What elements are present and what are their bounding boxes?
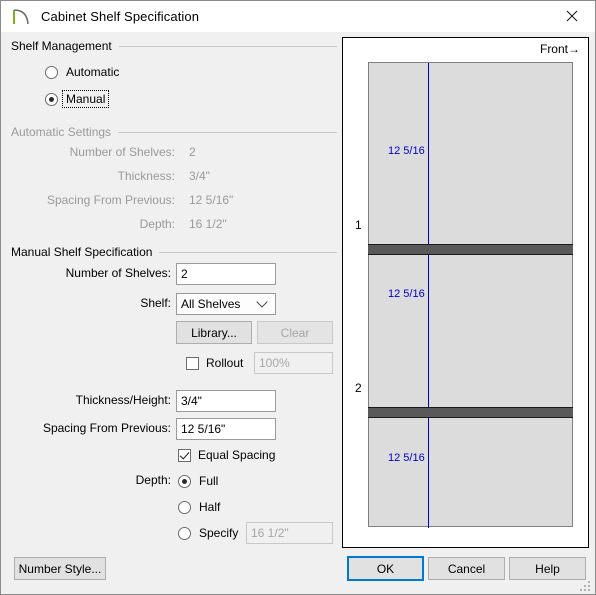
auto-number-of-shelves-row: Number of Shelves: 2 bbox=[45, 145, 335, 159]
library-button[interactable]: Library... bbox=[176, 321, 252, 344]
rollout-checkbox[interactable]: Rollout bbox=[186, 356, 243, 370]
spacing-from-previous-label: Spacing From Previous: bbox=[42, 421, 171, 435]
equal-spacing-label: Equal Spacing bbox=[198, 448, 276, 462]
depth-specify-value: 16 1/2" bbox=[251, 526, 289, 540]
dimension-line bbox=[428, 63, 429, 528]
radio-depth-specify[interactable]: Specify bbox=[178, 526, 238, 540]
radio-manual-label: Manual bbox=[61, 90, 110, 108]
front-direction-label: Front→ bbox=[539, 42, 580, 56]
radio-depth-specify-indicator[interactable] bbox=[178, 526, 191, 540]
spacing-from-previous-row: Spacing From Previous: bbox=[15, 421, 171, 435]
auto-depth-label: Depth: bbox=[139, 217, 175, 231]
shelf-bar[interactable] bbox=[368, 407, 573, 418]
radio-depth-full-indicator[interactable] bbox=[178, 474, 191, 488]
radio-depth-half[interactable]: Half bbox=[178, 500, 220, 514]
number-of-shelves-label: Number of Shelves: bbox=[65, 266, 171, 280]
shelf-row: Shelf: bbox=[45, 296, 171, 310]
manual-shelf-specification-group: Manual Shelf Specification bbox=[11, 244, 337, 260]
radio-manual-indicator[interactable] bbox=[45, 92, 58, 106]
settings-pane: Shelf Management Automatic Manual Automa… bbox=[1, 32, 337, 548]
radio-automatic-label: Automatic bbox=[66, 65, 120, 79]
thickness-height-input[interactable]: 3/4" bbox=[176, 390, 276, 412]
radio-automatic[interactable]: Automatic bbox=[45, 65, 119, 79]
auto-spacing-value: 12 5/16" bbox=[189, 193, 234, 207]
number-of-shelves-row: Number of Shelves: bbox=[45, 266, 171, 280]
group-divider bbox=[159, 251, 337, 253]
rollout-percent-input: 100% bbox=[254, 352, 333, 374]
spacing-from-previous-value: 12 5/16" bbox=[181, 422, 226, 436]
rollout-label: Rollout bbox=[206, 356, 244, 370]
auto-depth-row: Depth: 16 1/2" bbox=[45, 217, 335, 231]
shelf-management-group: Shelf Management bbox=[11, 38, 337, 54]
number-of-shelves-value: 2 bbox=[181, 267, 188, 281]
radio-depth-full[interactable]: Full bbox=[178, 474, 218, 488]
shelf-select-value: All Shelves bbox=[181, 297, 241, 311]
auto-thickness-label: Thickness: bbox=[117, 169, 175, 183]
auto-spacing-label: Spacing From Previous: bbox=[46, 193, 175, 207]
group-divider bbox=[118, 45, 337, 47]
window-title: Cabinet Shelf Specification bbox=[41, 9, 200, 24]
auto-number-of-shelves-label: Number of Shelves: bbox=[69, 145, 175, 159]
cancel-button[interactable]: Cancel bbox=[428, 557, 505, 580]
auto-depth-value: 16 1/2" bbox=[189, 217, 227, 231]
auto-thickness-value: 3/4" bbox=[189, 169, 210, 183]
group-divider bbox=[118, 131, 337, 133]
equal-spacing-checkbox[interactable]: Equal Spacing bbox=[178, 448, 275, 462]
auto-spacing-row: Spacing From Previous: 12 5/16" bbox=[45, 193, 335, 207]
depth-label: Depth: bbox=[135, 473, 171, 487]
rollout-checkbox-indicator[interactable] bbox=[186, 356, 199, 370]
shelf-number: 2 bbox=[355, 381, 362, 395]
radio-depth-full-label: Full bbox=[199, 474, 219, 488]
dimension-label: 12 5/16 bbox=[387, 452, 426, 464]
radio-depth-half-indicator[interactable] bbox=[178, 500, 191, 514]
shelf-number: 1 bbox=[355, 218, 362, 232]
close-icon[interactable] bbox=[549, 1, 595, 31]
thickness-height-row: Thickness/Height: bbox=[45, 393, 171, 407]
depth-specify-input: 16 1/2" bbox=[246, 522, 333, 544]
resize-grip[interactable] bbox=[580, 579, 592, 591]
dialog-footer: Number Style... OK Cancel Help bbox=[1, 548, 595, 594]
radio-depth-half-label: Half bbox=[199, 500, 221, 514]
shelf-management-group-label: Shelf Management bbox=[11, 39, 112, 53]
chevron-down-icon bbox=[256, 296, 268, 308]
depth-row: Depth: bbox=[45, 473, 171, 487]
dimension-label: 12 5/16 bbox=[387, 288, 426, 300]
help-button[interactable]: Help bbox=[509, 557, 586, 580]
shelf-label: Shelf: bbox=[140, 296, 171, 310]
ok-button[interactable]: OK bbox=[347, 556, 424, 581]
manual-spec-group-label: Manual Shelf Specification bbox=[11, 245, 153, 259]
cabinet-diagram: 12 5/16 12 5/16 12 5/16 bbox=[368, 62, 573, 528]
spacing-from-previous-input[interactable]: 12 5/16" bbox=[176, 418, 276, 440]
thickness-height-label: Thickness/Height: bbox=[75, 393, 171, 407]
radio-depth-specify-label: Specify bbox=[199, 526, 239, 540]
shelf-select[interactable]: All Shelves bbox=[176, 293, 276, 315]
automatic-settings-group-label: Automatic Settings bbox=[11, 125, 112, 139]
auto-number-of-shelves-value: 2 bbox=[189, 145, 196, 159]
cabinet-shelf-icon bbox=[11, 7, 33, 27]
rollout-percent-value: 100% bbox=[259, 356, 290, 370]
radio-automatic-indicator[interactable] bbox=[45, 65, 58, 79]
cabinet-shelf-specification-dialog: Cabinet Shelf Specification Shelf Manage… bbox=[0, 0, 596, 595]
number-style-button[interactable]: Number Style... bbox=[14, 557, 106, 580]
radio-manual[interactable]: Manual bbox=[45, 90, 110, 108]
shelf-bar[interactable] bbox=[368, 244, 573, 255]
cabinet-preview-panel: Front→ 12 5/16 12 5/16 12 5/16 1 2 bbox=[342, 37, 589, 548]
equal-spacing-checkbox-indicator[interactable] bbox=[178, 448, 191, 462]
clear-button: Clear bbox=[257, 321, 333, 344]
dimension-label: 12 5/16 bbox=[387, 145, 426, 157]
title-bar: Cabinet Shelf Specification bbox=[1, 1, 595, 32]
automatic-settings-group: Automatic Settings bbox=[11, 124, 337, 140]
number-of-shelves-input[interactable]: 2 bbox=[176, 263, 276, 285]
thickness-height-value: 3/4" bbox=[181, 394, 202, 408]
auto-thickness-row: Thickness: 3/4" bbox=[45, 169, 335, 183]
